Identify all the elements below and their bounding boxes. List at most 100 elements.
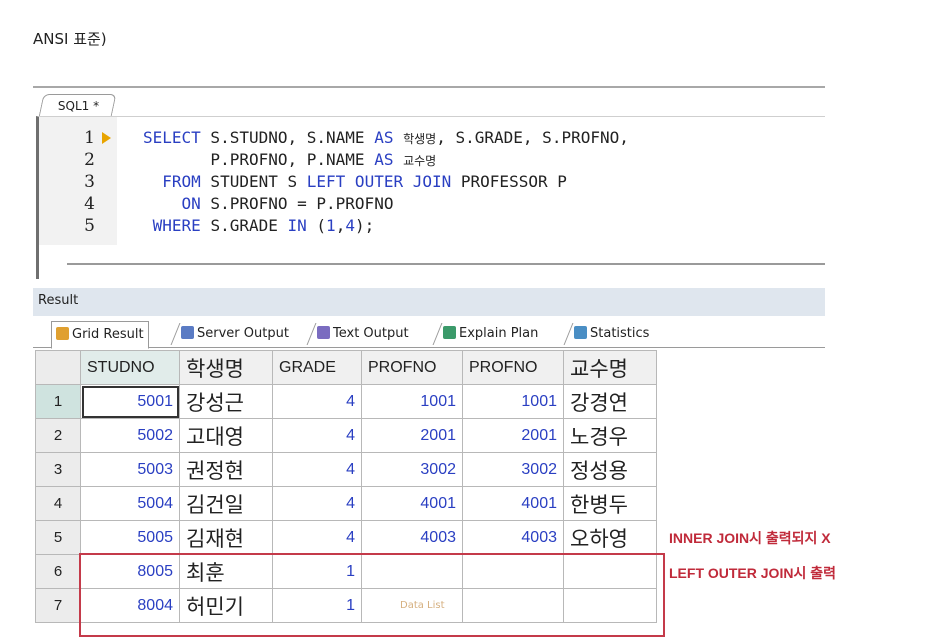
page-heading: ANSI 표준) (33, 30, 107, 48)
col-header-profno[interactable]: PROFNO (361, 350, 463, 385)
line-number: 2 (84, 150, 95, 170)
tab-label: Statistics (590, 326, 650, 341)
line-number: 3 (84, 172, 95, 192)
table-cell[interactable]: 김건일 (179, 486, 273, 521)
col-header-profno-2[interactable]: PROFNO (462, 350, 564, 385)
grid-corner[interactable] (35, 350, 81, 385)
row-number[interactable]: 5 (35, 520, 81, 555)
table-cell[interactable]: 3002 (462, 452, 564, 487)
sql-keyword: FROM (162, 172, 201, 191)
table-cell[interactable]: 노경우 (563, 418, 657, 453)
table-row[interactable]: 1 5001 강성근 4 1001 1001 강경연 (35, 384, 657, 419)
table-row[interactable]: 4 5004 김건일 4 4001 4001 한병두 (35, 486, 657, 521)
row-number[interactable]: 4 (35, 486, 81, 521)
result-panel-header: Result (33, 288, 825, 316)
line-number: 5 (84, 216, 95, 236)
tab-separator (432, 323, 443, 345)
annotation-left-outer-join: LEFT OUTER JOIN시 출력 (669, 565, 836, 581)
table-cell[interactable]: 오하영 (563, 520, 657, 555)
code-text: FROM STUDENT S LEFT OUTER JOIN PROFESSOR… (143, 171, 567, 193)
tab-explain-plan[interactable]: Explain Plan (443, 321, 538, 347)
table-cell[interactable]: 정성용 (563, 452, 657, 487)
row-number[interactable]: 1 (35, 384, 81, 419)
row-number[interactable]: 6 (35, 554, 81, 589)
sql-token: ( (306, 216, 327, 235)
table-cell[interactable]: 5002 (80, 418, 180, 453)
table-cell[interactable]: 5001 (80, 384, 180, 419)
table-cell[interactable]: 4 (272, 418, 362, 453)
table-row[interactable]: 5 5005 김재현 4 4003 4003 오하영 (35, 520, 657, 555)
table-cell[interactable]: 4 (272, 520, 362, 555)
col-header-professor-name[interactable]: 교수명 (563, 350, 657, 385)
table-cell[interactable]: 5004 (80, 486, 180, 521)
plan-icon (443, 326, 456, 339)
sql-token: ); (354, 216, 375, 235)
server-icon (181, 326, 194, 339)
table-cell[interactable]: 고대영 (179, 418, 273, 453)
sql-token: , S.GRADE, S.PROFNO, (436, 128, 629, 147)
row-number[interactable]: 7 (35, 588, 81, 623)
tab-grid-result[interactable]: Grid Result (51, 321, 149, 349)
sql-keyword: ON (181, 194, 201, 213)
sql-token: S.PROFNO = P.PROFNO (200, 194, 394, 213)
stats-icon (574, 326, 587, 339)
table-cell[interactable]: 강성근 (179, 384, 273, 419)
sql-editor-panel: SQL1 * 1 SELECT S.STUDNO, S.NAME AS 학생명, … (33, 86, 825, 284)
tab-sql1[interactable]: SQL1 * (38, 94, 117, 117)
row-number[interactable]: 2 (35, 418, 81, 453)
table-cell[interactable]: 2001 (361, 418, 463, 453)
table-cell[interactable]: 1001 (462, 384, 564, 419)
tab-label: Explain Plan (459, 326, 539, 341)
sql-token: PROFESSOR P (451, 172, 567, 191)
tab-statistics[interactable]: Statistics (574, 321, 649, 347)
sql-alias: 교수명 (403, 154, 437, 168)
col-header-grade[interactable]: GRADE (272, 350, 362, 385)
code-text: ON S.PROFNO = P.PROFNO (143, 193, 394, 215)
table-cell[interactable]: 김재현 (179, 520, 273, 555)
row-number[interactable]: 3 (35, 452, 81, 487)
code-area[interactable]: 1 SELECT S.STUDNO, S.NAME AS 학생명, S.GRADE… (36, 116, 825, 279)
annotation-inner-join: INNER JOIN시 출력되지 X (669, 530, 831, 546)
tab-separator (170, 323, 181, 345)
sql-token: S.GRADE (200, 216, 288, 235)
table-row[interactable]: 3 5003 권정현 4 3002 3002 정성용 (35, 452, 657, 487)
code-text: WHERE S.GRADE IN (1,4); (143, 215, 375, 237)
tab-separator (563, 323, 574, 345)
outer-join-highlight-box (79, 553, 665, 637)
table-row[interactable]: 2 5002 고대영 4 2001 2001 노경우 (35, 418, 657, 453)
table-cell[interactable]: 4001 (462, 486, 564, 521)
table-cell[interactable]: 권정현 (179, 452, 273, 487)
table-cell[interactable]: 4003 (462, 520, 564, 555)
col-header-studno[interactable]: STUDNO (80, 350, 180, 385)
table-cell[interactable]: 5005 (80, 520, 180, 555)
table-cell[interactable]: 4001 (361, 486, 463, 521)
line-number: 1 (84, 128, 95, 148)
table-cell[interactable]: 한병두 (563, 486, 657, 521)
table-cell[interactable]: 4 (272, 384, 362, 419)
tab-text-output[interactable]: Text Output (317, 321, 409, 347)
table-cell[interactable]: 1001 (361, 384, 463, 419)
table-cell[interactable]: 3002 (361, 452, 463, 487)
sql-token: S.STUDNO, S.NAME (200, 128, 375, 147)
table-cell[interactable]: 4003 (361, 520, 463, 555)
table-cell[interactable]: 강경연 (563, 384, 657, 419)
code-text: SELECT S.STUDNO, S.NAME AS 학생명, S.GRADE,… (143, 127, 629, 150)
tab-sql1-label: SQL1 * (57, 99, 100, 113)
table-cell[interactable]: 4 (272, 452, 362, 487)
table-cell[interactable]: 5003 (80, 452, 180, 487)
watermark-text: Data List (400, 600, 445, 611)
table-cell[interactable]: 4 (272, 486, 362, 521)
result-tabs: Grid Result Server Output Text Output Expla… (33, 318, 825, 349)
tab-separator (306, 323, 317, 345)
sql-token: STUDENT S (200, 172, 307, 191)
horizontal-scrollbar[interactable] (67, 263, 825, 265)
table-cell[interactable]: 2001 (462, 418, 564, 453)
sql-number: 1 (326, 216, 336, 235)
tab-server-output[interactable]: Server Output (181, 321, 289, 347)
col-header-student-name[interactable]: 학생명 (179, 350, 273, 385)
